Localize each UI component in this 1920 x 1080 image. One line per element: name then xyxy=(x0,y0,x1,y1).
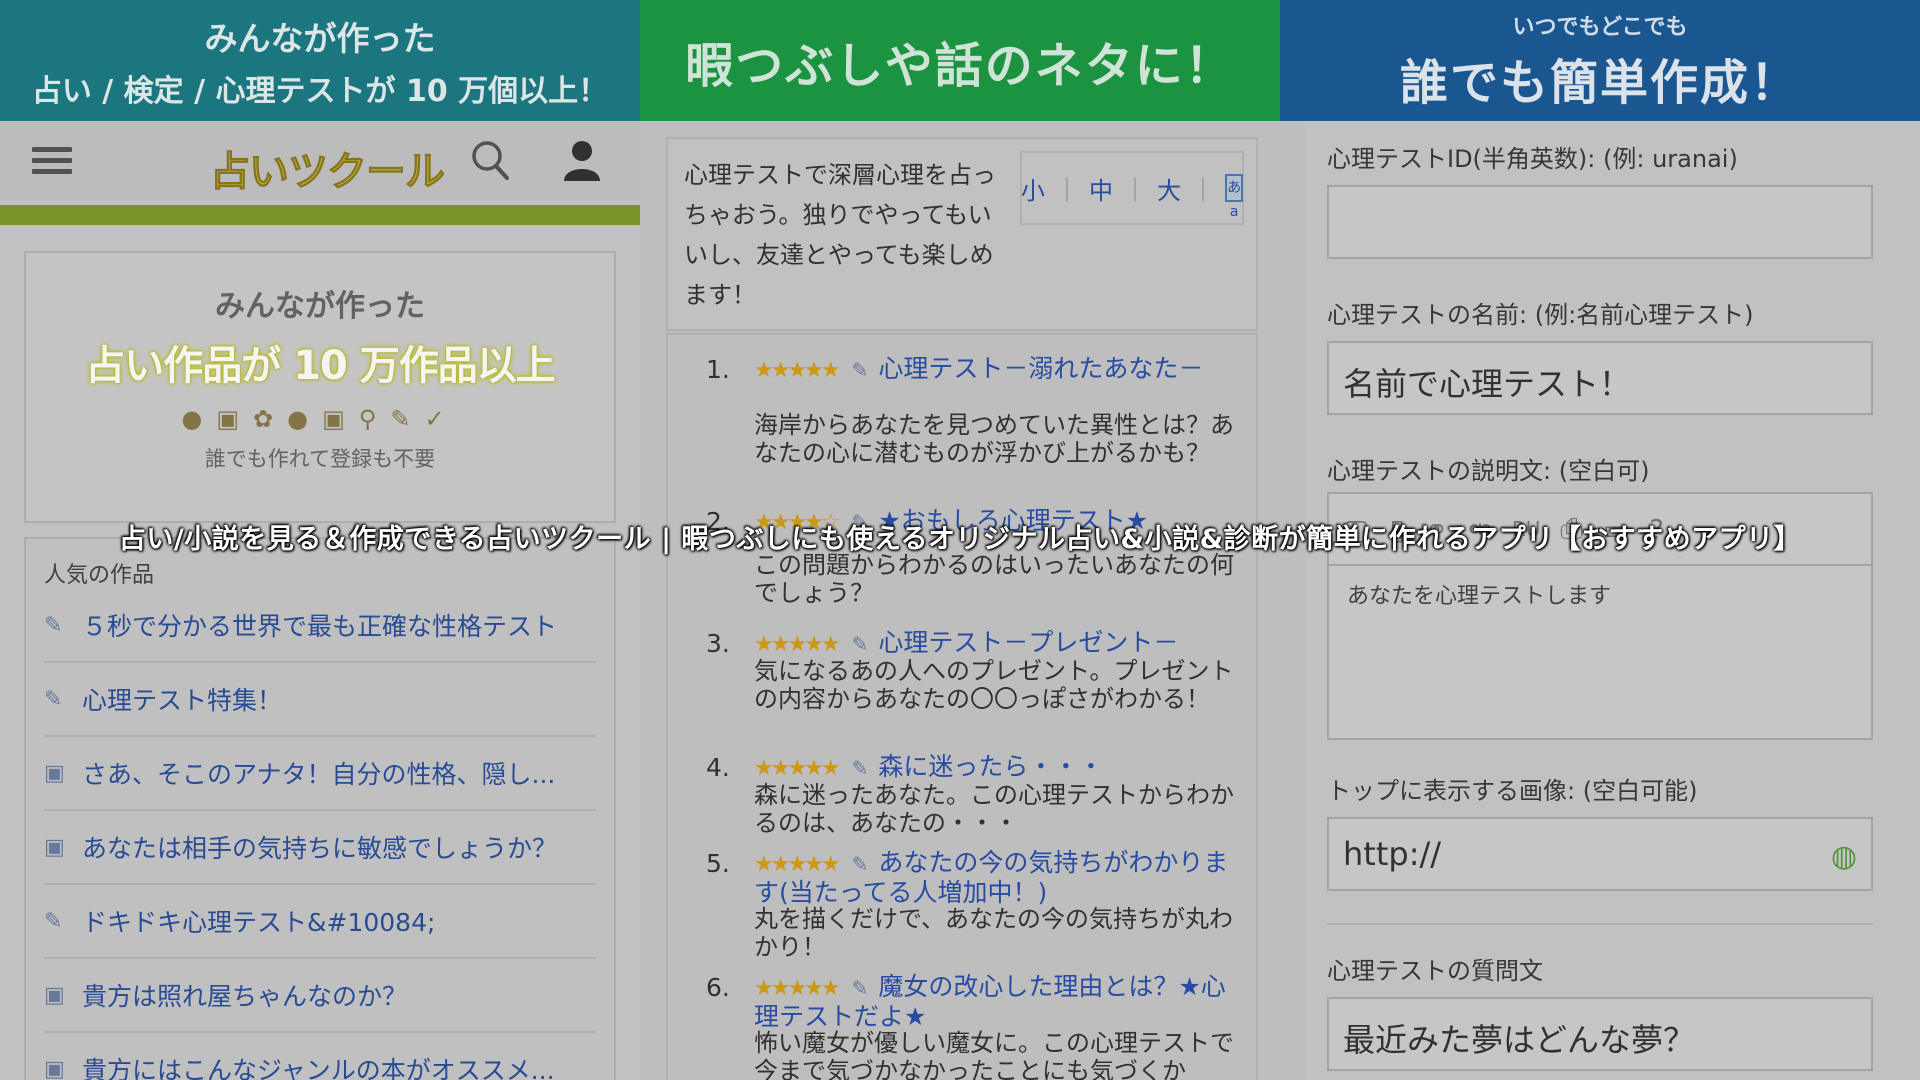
caption-text: 占い/小説を見る＆作成できる占いツクール | 暇つぶしにも使えるオリジナル占い&… xyxy=(118,524,1802,555)
